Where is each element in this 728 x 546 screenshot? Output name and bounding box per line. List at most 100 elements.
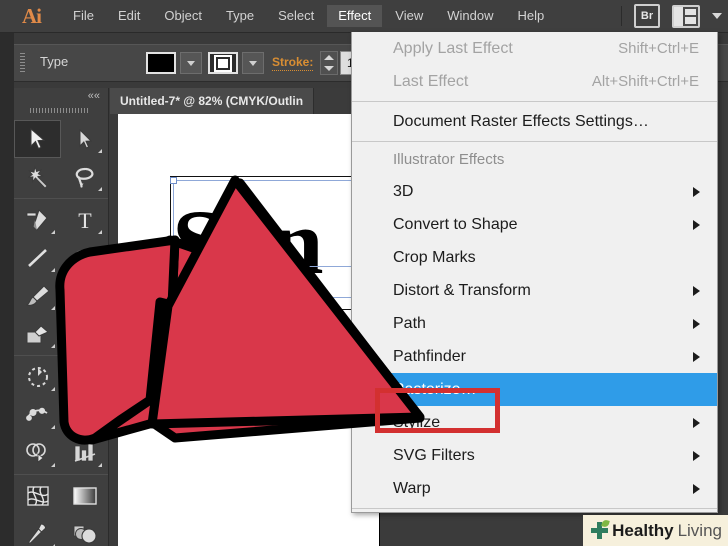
tool-free-transform[interactable]: [61, 396, 108, 434]
chevron-down-icon: [249, 60, 257, 66]
tool-width[interactable]: [14, 396, 61, 434]
selection-handle[interactable]: [170, 177, 177, 184]
tool-mesh[interactable]: [14, 477, 61, 515]
menu-item-warp[interactable]: Warp: [352, 472, 717, 505]
stroke-weight-stepper[interactable]: [320, 51, 338, 75]
selection-handle[interactable]: [170, 295, 177, 302]
tool-group-indicator-icon: [51, 387, 55, 391]
stepper-down-icon[interactable]: [324, 66, 334, 71]
watermark-suffix: Living: [677, 520, 722, 540]
tools-grid: T: [14, 120, 108, 546]
bridge-icon[interactable]: Br: [634, 4, 660, 28]
stepper-up-icon[interactable]: [324, 55, 334, 60]
menu-section-illustrator-effects: Illustrator Effects: [352, 145, 717, 175]
tool-blob-brush[interactable]: [14, 315, 61, 353]
illustrator-window: Ai File Edit Object Type Select Effect V…: [0, 0, 728, 546]
menu-item-distort-and-transform[interactable]: Distort & Transform: [352, 274, 717, 307]
menu-item-label: Convert to Shape: [393, 216, 518, 233]
tool-ellipse[interactable]: [61, 239, 108, 277]
tool-magic-wand[interactable]: [14, 158, 61, 196]
menu-item-document-raster-effects-settings[interactable]: Document Raster Effects Settings…: [352, 105, 717, 138]
collapse-panel-icon[interactable]: ««: [14, 88, 108, 104]
tool-group-indicator-icon: [98, 268, 102, 272]
menu-item-label: Path: [393, 315, 426, 332]
tool-group-indicator-icon: [51, 306, 55, 310]
submenu-arrow-icon: [693, 351, 700, 362]
menu-item-svg-filters[interactable]: SVG Filters: [352, 439, 717, 472]
menu-object[interactable]: Object: [153, 5, 213, 27]
menu-item-label: SVG Filters: [393, 447, 475, 464]
tool-group-indicator-icon: [98, 187, 102, 191]
menu-separator: [352, 141, 717, 142]
tools-separator: [14, 355, 108, 356]
chevron-down-icon[interactable]: [712, 13, 722, 19]
tool-line-segment[interactable]: [14, 239, 61, 277]
fill-color-swatch[interactable]: [146, 52, 176, 74]
stroke-weight-label[interactable]: Stroke:: [272, 55, 314, 71]
rasterize-callout-box: [375, 388, 500, 433]
menu-edit[interactable]: Edit: [107, 5, 151, 27]
tool-group-indicator-icon: [51, 344, 55, 348]
tool-eyedropper[interactable]: [14, 515, 61, 546]
tool-paintbrush[interactable]: [14, 277, 61, 315]
tool-eraser[interactable]: [61, 315, 108, 353]
menu-type[interactable]: Type: [215, 5, 265, 27]
tool-group-indicator-icon: [51, 463, 55, 467]
submenu-arrow-icon: [693, 483, 700, 494]
fill-dropdown-button[interactable]: [180, 52, 202, 74]
menu-file[interactable]: File: [62, 5, 105, 27]
menu-item-crop-marks[interactable]: Crop Marks: [352, 241, 717, 274]
tool-blend[interactable]: [61, 515, 108, 546]
menu-window[interactable]: Window: [436, 5, 504, 27]
stroke-dropdown-button[interactable]: [242, 52, 264, 74]
workspace-switcher-icon[interactable]: [672, 4, 700, 28]
tool-group-indicator-icon: [51, 230, 55, 234]
tool-perspective-grid[interactable]: [61, 434, 108, 472]
tool-group-indicator-icon: [98, 149, 102, 153]
menu-item-convert-to-shape[interactable]: Convert to Shape: [352, 208, 717, 241]
menu-view[interactable]: View: [384, 5, 434, 27]
menu-item-last-effect: Last Effect Alt+Shift+Ctrl+E: [352, 65, 717, 98]
options-bar-grip[interactable]: [20, 53, 25, 73]
chevron-down-icon: [187, 60, 195, 66]
document-tab[interactable]: Untitled-7* @ 82% (CMYK/Outlin: [110, 88, 315, 114]
tool-direct-selection[interactable]: [61, 120, 108, 158]
menu-item-shortcut: Shift+Ctrl+E: [618, 40, 699, 57]
tool-group-indicator-icon: [98, 425, 102, 429]
watermark-brand: Healthy: [612, 520, 674, 540]
menu-separator: [352, 101, 717, 102]
menu-item-pathfinder[interactable]: Pathfinder: [352, 340, 717, 373]
tools-panel-grip[interactable]: [30, 108, 90, 113]
tool-group-indicator-icon: [98, 306, 102, 310]
tool-shape-builder[interactable]: [14, 434, 61, 472]
menu-select[interactable]: Select: [267, 5, 325, 27]
tool-type[interactable]: T: [61, 201, 108, 239]
menu-effect[interactable]: Effect: [327, 5, 383, 27]
menu-help[interactable]: Help: [506, 5, 555, 27]
stroke-color-swatch[interactable]: [208, 52, 238, 74]
menu-bar: Ai File Edit Object Type Select Effect V…: [0, 0, 728, 33]
tool-pen[interactable]: [14, 201, 61, 239]
menu-item-label: 3D: [393, 183, 414, 200]
tool-selection[interactable]: [14, 120, 61, 158]
menu-item-label: Document Raster Effects Settings…: [393, 113, 649, 130]
tool-lasso[interactable]: [61, 158, 108, 196]
submenu-arrow-icon: [693, 219, 700, 230]
submenu-arrow-icon: [693, 450, 700, 461]
menu-item-3d[interactable]: 3D: [352, 175, 717, 208]
tool-group-indicator-icon: [51, 268, 55, 272]
menu-item-path[interactable]: Path: [352, 307, 717, 340]
tool-scale[interactable]: [61, 358, 108, 396]
illustrator-logo-icon: Ai: [22, 4, 42, 28]
menu-item-label: Pathfinder: [393, 348, 466, 365]
menu-bar-right-icons: Br: [621, 0, 722, 32]
menu-item-label: Distort & Transform: [393, 282, 531, 299]
menu-item-apply-last-effect: Apply Last Effect Shift+Ctrl+E: [352, 32, 717, 65]
tool-pencil[interactable]: [61, 277, 108, 315]
tool-rotate[interactable]: [14, 358, 61, 396]
watermark: Healthy Living: [583, 515, 728, 546]
menu-item-label: Warp: [393, 480, 431, 497]
submenu-arrow-icon: [693, 318, 700, 329]
tool-gradient[interactable]: [61, 477, 108, 515]
tools-separator: [14, 474, 108, 475]
